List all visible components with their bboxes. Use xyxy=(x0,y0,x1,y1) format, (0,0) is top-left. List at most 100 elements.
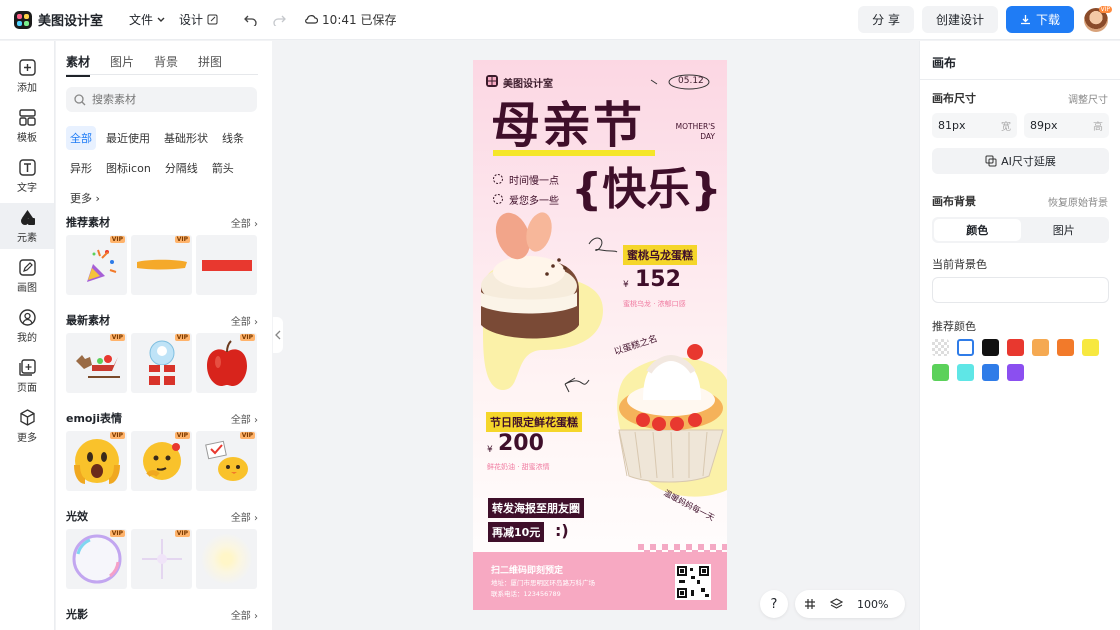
asset-thumb-glow[interactable] xyxy=(196,529,257,589)
chip-lines[interactable]: 线条 xyxy=(218,126,248,150)
seg-color[interactable]: 颜色 xyxy=(934,219,1021,241)
color-swatch[interactable] xyxy=(932,364,949,381)
plus-square-icon xyxy=(18,58,36,76)
section-all-light-shadow[interactable]: 全部 › xyxy=(231,607,258,622)
collapse-panel-toggle[interactable] xyxy=(273,317,283,353)
color-swatch[interactable] xyxy=(982,364,999,381)
download-icon xyxy=(1020,15,1030,25)
color-swatch[interactable] xyxy=(957,364,974,381)
avatar-vip-badge: VIP xyxy=(1098,5,1112,13)
design-menu[interactable]: 设计 xyxy=(179,11,218,28)
smile-text: :) xyxy=(555,521,569,540)
height-field[interactable]: 89px 高 xyxy=(1024,113,1109,138)
rail-item-template[interactable]: 模板 xyxy=(0,103,54,149)
chip-basic-shapes[interactable]: 基础形状 xyxy=(160,126,212,150)
chip-dividers[interactable]: 分隔线 xyxy=(161,156,202,180)
section-all-recommended[interactable]: 全部 › xyxy=(231,215,258,230)
chip-recent[interactable]: 最近使用 xyxy=(102,126,154,150)
section-title-emoji: emoji表情 xyxy=(66,412,123,425)
rail-item-add[interactable]: 添加 xyxy=(0,53,54,99)
product1-desc: 蜜桃乌龙 · 浓郁口感 xyxy=(623,300,686,308)
color-swatch[interactable] xyxy=(1007,364,1024,381)
vip-badge: VIP xyxy=(109,236,125,243)
current-color-box[interactable] xyxy=(932,277,1109,303)
seg-image[interactable]: 图片 xyxy=(1021,219,1108,241)
tab-collage[interactable]: 拼图 xyxy=(198,53,222,70)
search-input[interactable] xyxy=(92,93,242,106)
rail-item-elements[interactable]: 元素 xyxy=(0,203,54,249)
footer-address: 地址：厦门市思明区环岛路万科广场 xyxy=(491,579,595,587)
file-menu[interactable]: 文件 xyxy=(129,11,165,28)
grid-icon[interactable] xyxy=(804,598,816,610)
redo-icon[interactable] xyxy=(273,14,286,26)
asset-thumb-emoji-scared[interactable]: VIP xyxy=(66,431,127,491)
tab-materials[interactable]: 素材 xyxy=(66,53,91,77)
poster-line1: 时间慢一点 xyxy=(509,176,559,187)
edit-icon xyxy=(207,14,218,25)
adjust-size-link[interactable]: 调整尺寸 xyxy=(1068,91,1108,106)
download-button[interactable]: 下载 xyxy=(1005,6,1074,33)
color-swatch[interactable] xyxy=(1057,339,1074,356)
rail-item-mine[interactable]: 我的 xyxy=(0,303,54,349)
tab-images[interactable]: 图片 xyxy=(110,53,134,70)
color-swatch[interactable] xyxy=(982,339,999,356)
asset-thumb-emoji-chick[interactable]: VIP xyxy=(196,431,257,491)
product1-price: 152 xyxy=(635,267,681,292)
asset-thumb-confetti[interactable]: VIP xyxy=(66,235,127,295)
chip-irregular[interactable]: 异形 xyxy=(66,156,96,180)
panel-title: 画布 xyxy=(932,56,957,70)
current-color-label: 当前背景色 xyxy=(932,258,987,271)
rail-item-draw[interactable]: 画图 xyxy=(0,253,54,299)
apple-icon xyxy=(206,340,247,386)
vip-badge: VIP xyxy=(174,334,190,341)
canvas-bg-label: 画布背景 xyxy=(932,195,976,208)
color-swatch[interactable] xyxy=(1082,339,1099,356)
rail-item-more[interactable]: 更多 xyxy=(0,403,54,449)
section-all-light[interactable]: 全部 › xyxy=(231,509,258,524)
swatch-transparent[interactable] xyxy=(932,339,949,356)
chick-sign-icon xyxy=(204,440,248,481)
footer-title: 扫二维码即刻预定 xyxy=(491,566,564,576)
download-label: 下载 xyxy=(1035,13,1060,27)
asset-thumb-snowglobe[interactable]: VIP xyxy=(131,333,192,393)
chip-all[interactable]: 全部 xyxy=(66,126,96,150)
rail-label-add: 添加 xyxy=(17,82,37,94)
design-canvas[interactable]: 美图设计室 05.12 母亲节 MOTHER'S DAY 时间慢一点 爱您多一些… xyxy=(473,60,727,610)
tab-backgrounds[interactable]: 背景 xyxy=(154,53,178,70)
asset-thumb-emoji-thinking[interactable]: VIP xyxy=(131,431,192,491)
color-swatch[interactable] xyxy=(1007,339,1024,356)
asset-thumb-brush-stroke[interactable]: VIP xyxy=(131,235,192,295)
layers-icon[interactable] xyxy=(830,597,843,611)
section-all-latest[interactable]: 全部 › xyxy=(231,313,258,328)
rail-label-mine: 我的 xyxy=(17,332,37,344)
zoom-level[interactable]: 100% xyxy=(857,598,888,611)
chevron-down-icon xyxy=(157,17,165,22)
ai-extend-button[interactable]: AI尺寸延展 xyxy=(932,148,1109,174)
share-button[interactable]: 分 享 xyxy=(858,6,914,33)
restore-bg-link[interactable]: 恢复原始背景 xyxy=(1048,194,1108,209)
all-label: 全部 xyxy=(230,219,251,230)
avatar[interactable]: VIP xyxy=(1084,5,1112,32)
asset-thumb-apple[interactable]: VIP xyxy=(196,333,257,393)
search-box[interactable] xyxy=(66,87,257,112)
create-design-button[interactable]: 创建设计 xyxy=(921,6,998,33)
asset-thumb-sleigh[interactable]: VIP xyxy=(66,333,127,393)
pencil-icon xyxy=(18,258,36,276)
asset-panel: 素材 图片 背景 拼图 全部 最近使用 基础形状 线条 异形 图标icon 分隔… xyxy=(56,41,272,630)
chip-arrows[interactable]: 箭头 xyxy=(208,156,238,180)
asset-thumb-red-bar[interactable] xyxy=(196,235,257,295)
help-button[interactable]: ? xyxy=(760,590,788,618)
asset-thumb-sparkle[interactable]: VIP xyxy=(131,529,192,589)
discount-tag: 再减10元 xyxy=(488,522,545,542)
chip-more[interactable]: 更多 › xyxy=(66,186,104,210)
chip-icons[interactable]: 图标icon xyxy=(102,156,155,180)
asset-thumb-bubble[interactable]: VIP xyxy=(66,529,127,589)
section-all-emoji[interactable]: 全部 › xyxy=(231,411,258,426)
rail-item-page[interactable]: 页面 xyxy=(0,353,54,399)
app-logo[interactable]: 美图设计室 xyxy=(14,10,103,29)
color-swatch[interactable] xyxy=(957,339,974,356)
rail-item-text[interactable]: 文字 xyxy=(0,153,54,199)
undo-icon[interactable] xyxy=(244,14,257,26)
color-swatch[interactable] xyxy=(1032,339,1049,356)
width-field[interactable]: 81px 宽 xyxy=(932,113,1017,138)
